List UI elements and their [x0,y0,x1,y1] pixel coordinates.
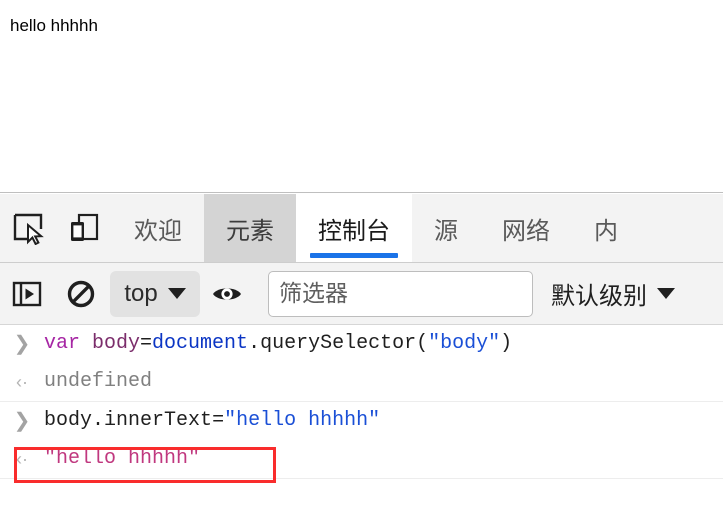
live-expression-button[interactable] [200,277,254,311]
console-level-value: 默认级别 [551,283,647,310]
console-output-row-highlighted[interactable]: ‹· "hello hhhhh" [0,440,723,483]
console-sidebar-toggle-button[interactable] [0,278,54,310]
token-identifier: body [92,332,141,355]
clear-console-button[interactable] [54,278,108,310]
page-viewport: hello hhhhh [0,0,723,193]
console-input-arrow-icon: ❯ [13,410,31,432]
device-toolbar-button[interactable] [56,194,112,262]
tab-network-label: 网络 [502,217,550,245]
tab-console-label: 控制台 [318,217,390,245]
console-output-arrow-icon: ‹· [16,449,28,469]
console-input-text: var body=document.querySelector("body") [44,330,723,358]
console-input-text: body.innerText="hello hhhhh" [44,407,723,435]
tab-elements[interactable]: 元素 [204,194,296,262]
console-context-value: top [124,279,158,307]
console-input-row[interactable]: ❯ var body=document.querySelector("body"… [0,325,723,363]
tab-network[interactable]: 网络 [480,194,572,262]
tab-sources[interactable]: 源 [412,194,480,262]
token-paren-close: ) [500,332,513,355]
token-method: querySelector [260,332,417,355]
console-input-row[interactable]: ❯ body.innerText="hello hhhhh" [0,402,723,440]
console-output-text: undefined [44,370,153,393]
token-string: "hello hhhhh" [224,409,381,432]
tab-memory[interactable]: 内 [572,194,640,262]
token-dot: . [92,409,105,432]
token-identifier: body [44,409,93,432]
console-output-row[interactable]: ‹· undefined [0,363,723,402]
token-string: "body" [428,332,501,355]
tab-sources-label: 源 [434,217,458,245]
devtools-tabbar: 欢迎 元素 控制台 源 网络 内 [0,194,723,263]
console-output-text: "hello hhhhh" [44,447,201,470]
console-context-selector[interactable]: top [110,270,200,317]
console-sidebar-toggle-icon [11,278,43,310]
token-operator: = [212,409,225,432]
tab-welcome-label: 欢迎 [134,217,182,245]
token-property: innerText [104,409,213,432]
tab-memory-label: 内 [594,217,618,245]
chevron-down-icon [167,288,186,299]
device-toolbar-icon [67,211,101,245]
token-object: document [152,332,249,355]
console-message-list[interactable]: ❯ var body=document.querySelector("body"… [0,325,723,512]
inspect-element-button[interactable] [0,194,56,262]
inspect-element-icon [11,211,45,245]
console-input-arrow-icon: ❯ [13,333,31,355]
console-level-selector[interactable]: 默认级别 [551,276,675,311]
chevron-down-icon [657,288,675,299]
tab-console[interactable]: 控制台 [296,194,412,262]
console-filter-input[interactable] [268,270,533,317]
clear-console-icon [65,278,97,310]
devtools-panel: 欢迎 元素 控制台 源 网络 内 top 筛选器 默认级别 ❯ var body… [0,194,723,513]
console-output-arrow-icon: ‹· [16,372,28,392]
token-keyword: var [44,332,93,355]
tab-welcome[interactable]: 欢迎 [112,194,204,262]
token-dot: . [248,332,261,355]
console-toolbar: top 默认级别 [0,263,723,325]
tab-elements-label: 元素 [226,217,274,245]
page-body-text: hello hhhhh [10,16,98,35]
token-operator: = [140,332,153,355]
live-expression-eye-icon [210,277,244,311]
token-paren-open: ( [416,332,429,355]
